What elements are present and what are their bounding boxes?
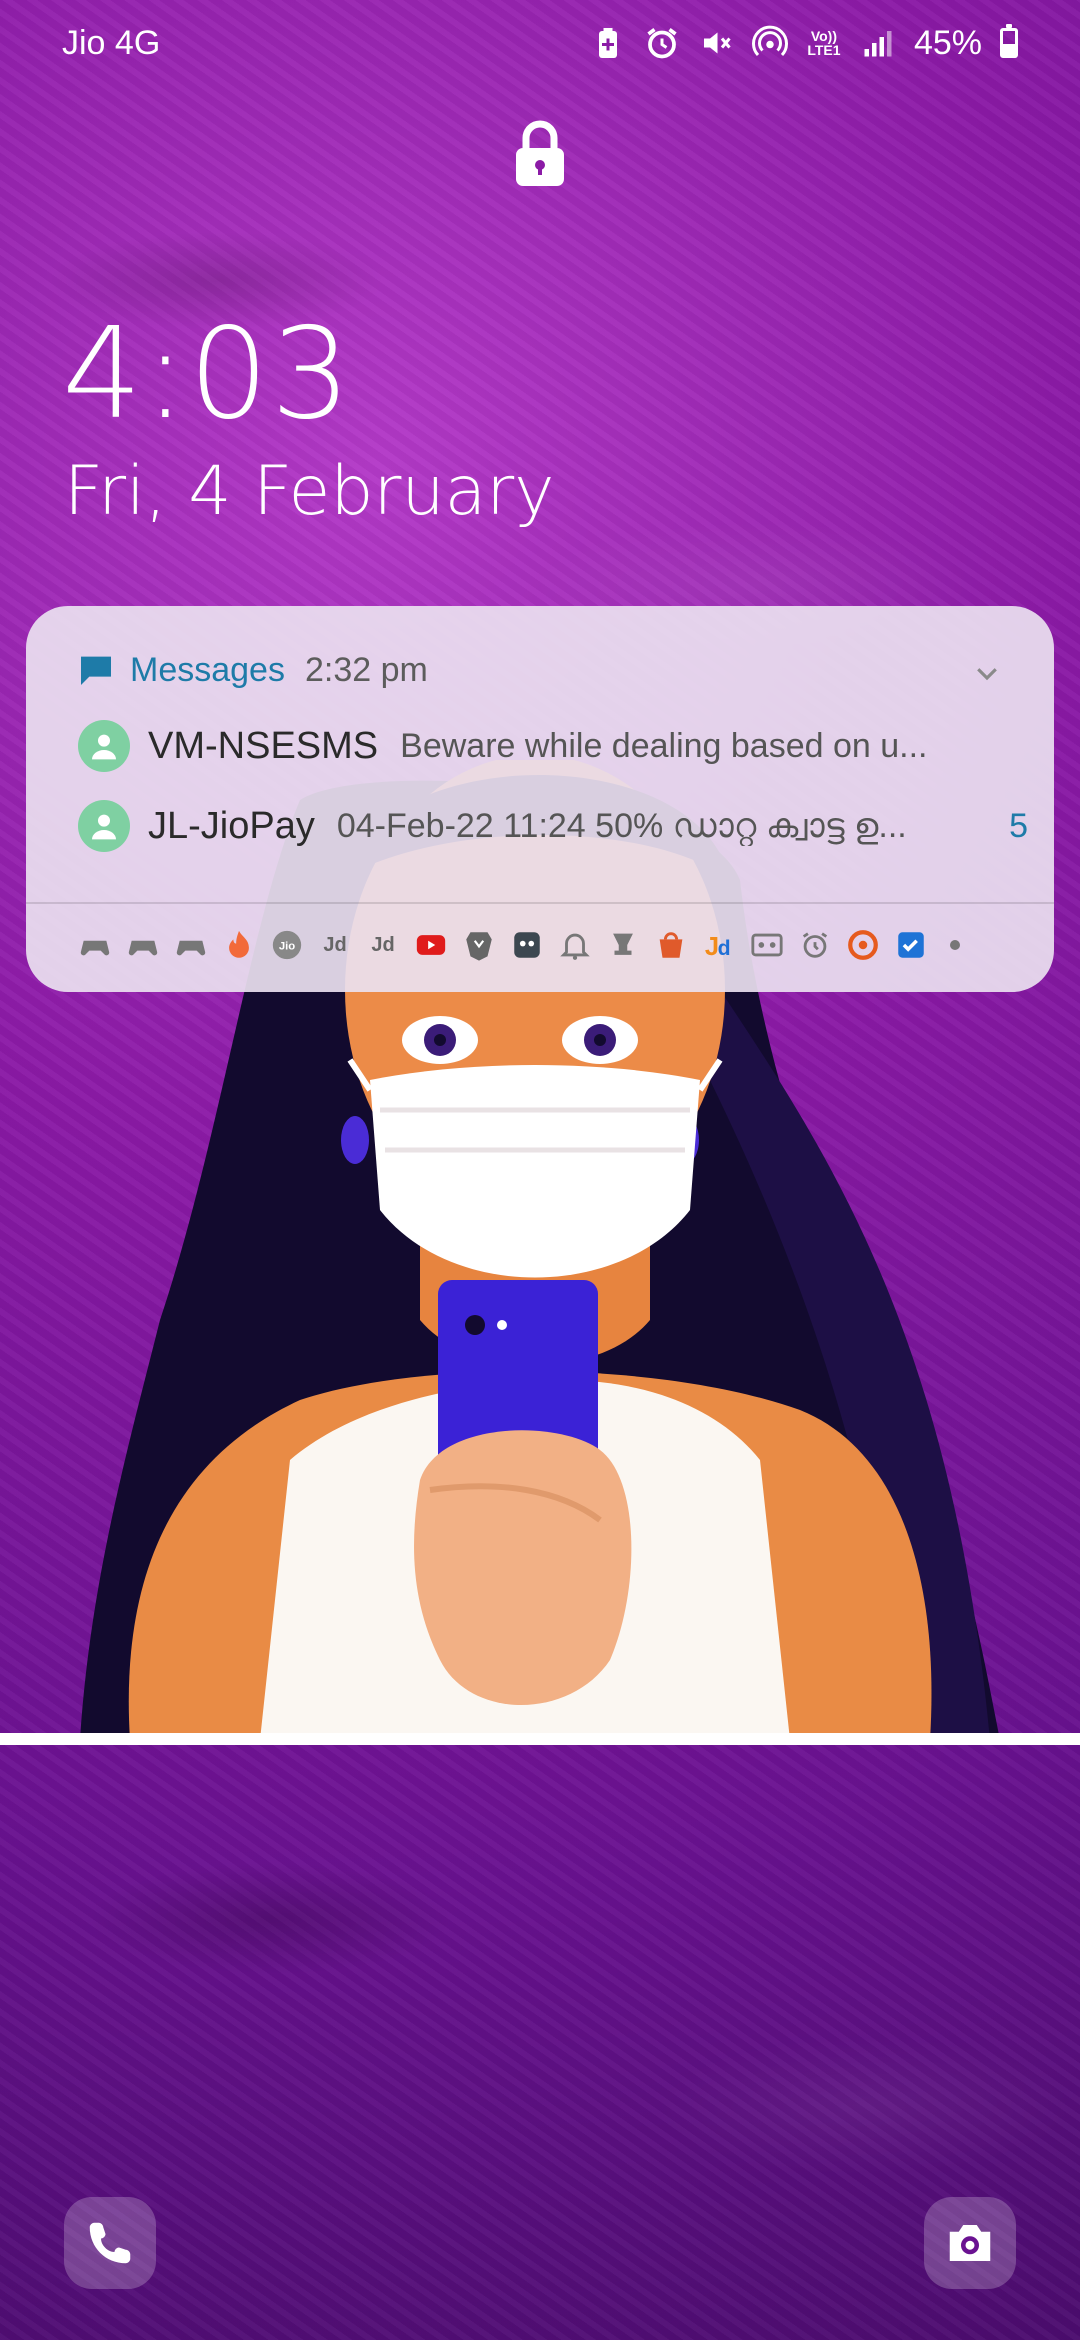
message-count-badge: 5 <box>1009 806 1028 845</box>
notification-header: Messages 2:32 pm <box>76 650 428 690</box>
battery-icon <box>1000 24 1018 58</box>
svg-text:d: d <box>718 936 731 960</box>
notification-app-name: Messages <box>130 650 285 689</box>
target-app-icon <box>846 928 880 962</box>
justdial-icon: Jd <box>371 933 395 956</box>
status-bar: Jio 4G Vo)) LTE1 45% <box>0 0 1080 86</box>
phone-icon <box>89 2222 131 2264</box>
jio-icon: Jio <box>270 928 304 962</box>
notification-preview: 04-Feb-22 11:24 50% ഡാറ്റ ക്വാട്ട ഉ... <box>336 806 907 845</box>
contact-avatar-icon <box>78 720 130 772</box>
battery-percent: 45% <box>913 23 982 62</box>
justdial-icon: Jd <box>323 933 347 956</box>
alarm-icon <box>644 25 680 61</box>
signal-icon <box>860 25 896 61</box>
volte-icon: Vo)) LTE1 <box>807 28 841 58</box>
brave-icon <box>462 928 496 962</box>
notification-sender: VM-NSESMS <box>148 724 379 767</box>
shopping-bag-icon <box>654 928 688 962</box>
mute-icon <box>698 25 734 61</box>
notification-sender: JL-JioPay <box>148 804 315 847</box>
carrier-label: Jio 4G <box>62 23 161 62</box>
notification-item[interactable]: JL-JioPay 04-Feb-22 11:24 50% ഡാറ്റ ക്വാ… <box>78 800 1028 852</box>
lock-clock: 4:03 <box>62 300 353 447</box>
justdial-color-icon: Jd <box>702 928 736 962</box>
notification-item[interactable]: VM-NSESMS Beware while dealing based on … <box>78 720 1028 772</box>
lock-icon[interactable] <box>512 118 568 188</box>
notification-app-icons[interactable]: Jio Jd Jd Jd <box>78 928 960 962</box>
contact-avatar-icon <box>78 800 130 852</box>
camera-icon <box>949 2225 991 2261</box>
hotspot-icon <box>751 25 788 61</box>
alarm-clock-icon <box>798 928 832 962</box>
tape-icon <box>750 928 784 962</box>
notification-card[interactable]: Messages 2:32 pm VM-NSESMS Beware while … <box>26 606 1054 992</box>
battery-fill <box>1003 44 1015 55</box>
bell-icon <box>558 928 592 962</box>
message-icon <box>76 650 116 690</box>
gamepad-icon <box>174 928 208 962</box>
robot-app-icon <box>510 928 544 962</box>
chevron-down-icon[interactable] <box>972 658 1002 688</box>
svg-text:Jio: Jio <box>279 940 295 952</box>
more-notifications-dot <box>950 940 960 950</box>
notification-divider <box>26 902 1054 904</box>
youtube-icon <box>414 928 448 962</box>
lock-date: Fri, 4 February <box>64 452 555 531</box>
gamepad-icon <box>78 928 112 962</box>
trophy-icon <box>606 928 640 962</box>
wallpaper-divider <box>0 1733 1080 1745</box>
camera-shortcut-button[interactable] <box>924 2197 1016 2289</box>
tinder-flame-icon <box>222 928 256 962</box>
battery-saver-icon <box>590 25 626 61</box>
phone-shortcut-button[interactable] <box>64 2197 156 2289</box>
checkbox-app-icon <box>894 928 928 962</box>
gamepad-icon <box>126 928 160 962</box>
notification-time: 2:32 pm <box>304 650 428 689</box>
notification-preview: Beware while dealing based on u... <box>400 726 928 765</box>
